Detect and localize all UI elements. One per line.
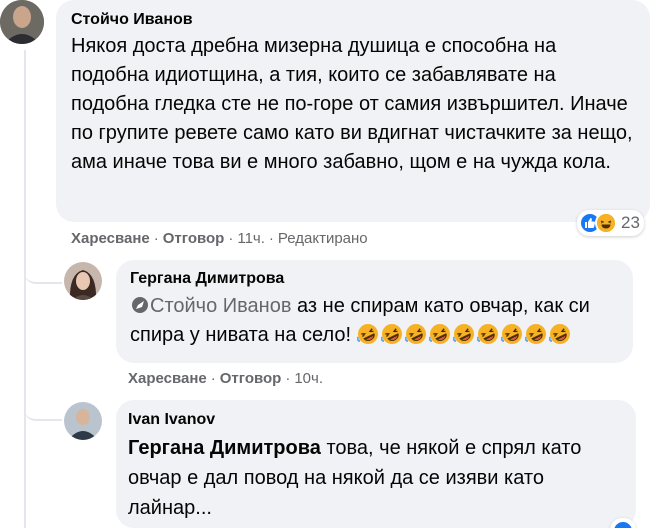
comment-text: Гергана Димитрова това, че някой е спрял… — [128, 433, 624, 523]
separator-dot: · — [153, 230, 159, 247]
reply-button[interactable]: Отговор — [220, 370, 282, 387]
rolling-on-floor-laughing-emoji — [548, 324, 570, 344]
comment-author[interactable]: Гергана Димитрова — [130, 269, 621, 289]
mention-link[interactable]: Стойчо Иванов — [150, 295, 291, 317]
reaction-summary[interactable]: 23 — [577, 210, 644, 236]
like-button[interactable]: Харесване — [71, 230, 150, 247]
thread-line — [24, 50, 26, 528]
separator-dot: · — [228, 230, 234, 247]
comment-bubble: Стойчо Иванов Някоя доста дребна мизерна… — [56, 0, 650, 222]
thread-connector — [24, 395, 62, 421]
rolling-on-floor-laughing-emoji — [380, 324, 402, 344]
separator-dot: · — [285, 370, 291, 387]
comment-actions: Харесване · Отговор · 10ч. — [128, 369, 323, 389]
comment-author[interactable]: Ivan Ivanov — [128, 410, 624, 430]
rolling-on-floor-laughing-emoji — [524, 324, 546, 344]
reaction-count: 23 — [621, 213, 640, 232]
comment-author[interactable]: Стойчо Иванов — [71, 10, 636, 30]
rolling-on-floor-laughing-emoji — [476, 324, 498, 344]
mention-link[interactable]: Гергана Димитрова — [128, 437, 321, 459]
rolling-on-floor-laughing-emoji — [356, 324, 378, 344]
emoji-row — [356, 324, 573, 346]
rolling-on-floor-laughing-emoji — [404, 324, 426, 344]
avatar[interactable] — [64, 402, 102, 440]
comment-text: Някоя доста дребна мизерна душица е спос… — [71, 35, 633, 173]
thumbs-up-icon — [612, 520, 634, 528]
rolling-on-floor-laughing-emoji — [428, 324, 450, 344]
comment-actions: Харесване · Отговор · 11ч. · Редактирано — [71, 229, 368, 249]
comment-text: Стойчо Иванов аз не спирам като овчар, к… — [130, 292, 621, 350]
avatar[interactable] — [0, 0, 44, 44]
edited-label: Редактирано — [277, 230, 368, 247]
avatar[interactable] — [64, 262, 102, 300]
reply-button[interactable]: Отговор — [163, 230, 225, 247]
comment-time[interactable]: 11ч. — [237, 230, 265, 247]
avatar-photo-icon — [0, 0, 44, 44]
laughing-face-icon — [595, 212, 617, 234]
comment-bubble: Гергана Димитрова Стойчо Иванов аз не сп… — [116, 260, 633, 363]
avatar-photo-icon — [64, 402, 102, 440]
comment-time[interactable]: 10ч. — [294, 370, 323, 387]
thread-connector — [24, 258, 62, 284]
separator-dot: · — [210, 370, 216, 387]
separator-dot: · — [268, 230, 274, 247]
rolling-on-floor-laughing-emoji — [452, 324, 474, 344]
mention-profile-icon — [132, 297, 148, 313]
comment-bubble: Ivan Ivanov Гергана Димитрова това, че н… — [116, 400, 636, 528]
avatar-photo-icon — [64, 262, 102, 300]
rolling-on-floor-laughing-emoji — [500, 324, 522, 344]
like-button[interactable]: Харесване — [128, 370, 207, 387]
